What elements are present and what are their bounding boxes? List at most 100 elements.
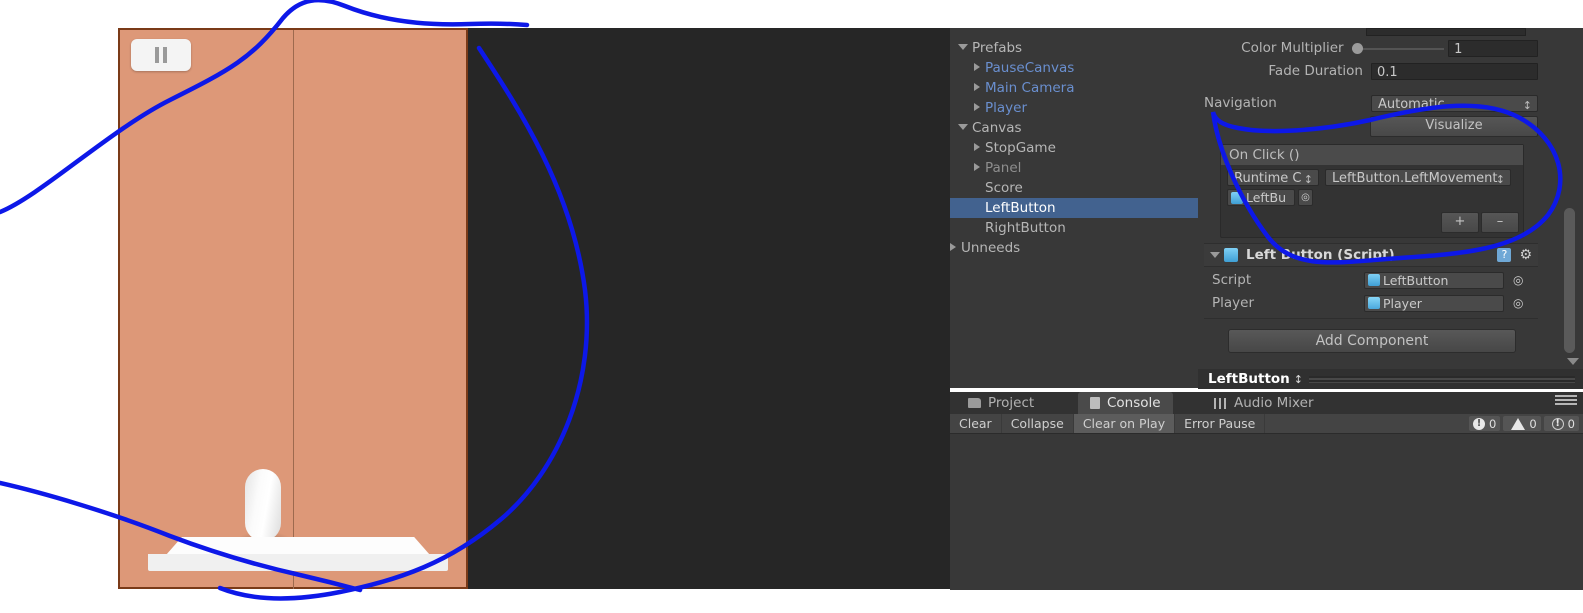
navigation-dropdown[interactable]: Automatic ↕: [1371, 94, 1538, 112]
visualize-button[interactable]: Visualize: [1370, 115, 1538, 137]
navigation-value: Automatic: [1378, 96, 1445, 112]
chevron-updown-icon: ↕: [1495, 173, 1505, 186]
tab-audio-mixer[interactable]: Audio Mixer: [1202, 392, 1326, 414]
on-click-object-field[interactable]: LeftBu: [1227, 189, 1295, 206]
chevron-down-icon[interactable]: [1210, 252, 1220, 258]
add-event-button[interactable]: +: [1441, 212, 1479, 233]
chevron-right-icon[interactable]: [974, 63, 980, 71]
collapse-button[interactable]: Collapse: [1002, 414, 1074, 433]
error-counter[interactable]: ! 0: [1543, 416, 1579, 431]
tab-console[interactable]: Console: [1078, 392, 1173, 414]
hierarchy-item-stopgame[interactable]: StopGame: [950, 138, 1198, 158]
gear-icon[interactable]: ⚙: [1519, 247, 1532, 263]
prefab-icon: [1368, 297, 1380, 309]
color-multiplier-slider[interactable]: [1351, 40, 1445, 57]
hierarchy-item-label: PauseCanvas: [985, 60, 1075, 76]
hierarchy-item-leftbutton[interactable]: LeftButton: [950, 198, 1198, 218]
left-button-script-header[interactable]: Left Button (Script) ? ⚙: [1204, 243, 1538, 267]
footer-asset-name: LeftButton: [1208, 371, 1290, 387]
clipped-field-above[interactable]: [1366, 28, 1526, 36]
hierarchy-item-label: Player: [985, 100, 1028, 116]
console-log-list[interactable]: [950, 433, 1583, 590]
panel-menu-icon[interactable]: [1555, 395, 1577, 409]
chevron-right-icon[interactable]: [974, 143, 980, 151]
player-field-value[interactable]: Player: [1364, 294, 1504, 312]
error-pause-button[interactable]: Error Pause: [1175, 414, 1266, 433]
console-counters: ! 0 0 ! 0: [1466, 414, 1579, 433]
footer-preview-stripes: [1309, 375, 1575, 383]
hierarchy-item-player[interactable]: Player: [950, 98, 1198, 118]
hierarchy-item-label: Score: [985, 180, 1023, 196]
error-count: 0: [1567, 416, 1575, 431]
script-field-row: Script LeftButton ◎: [1204, 269, 1538, 291]
platform-top: [166, 537, 430, 555]
on-click-event-box: On Click () Runtime C ↕ LeftButton.LeftM…: [1220, 144, 1524, 238]
script-icon: [1368, 274, 1380, 286]
hierarchy-item-label: StopGame: [985, 140, 1056, 156]
help-icon[interactable]: ?: [1497, 248, 1512, 262]
hierarchy-item-label: RightButton: [985, 220, 1066, 236]
component-title: Left Button (Script): [1246, 247, 1395, 263]
hierarchy-item-label: Panel: [985, 160, 1022, 176]
script-object-picker-icon[interactable]: ◎: [1513, 273, 1523, 287]
inspector-scrollbar[interactable]: [1564, 208, 1575, 353]
clear-button[interactable]: Clear: [950, 414, 1002, 433]
hierarchy-item-score[interactable]: Score: [950, 178, 1198, 198]
chevron-updown-icon: ↕: [1522, 98, 1532, 112]
add-component-button[interactable]: Add Component: [1228, 329, 1516, 353]
chevron-right-icon[interactable]: [950, 243, 956, 251]
chevron-down-icon[interactable]: [958, 124, 968, 130]
chevron-right-icon[interactable]: [974, 83, 980, 91]
hierarchy-item-panel[interactable]: Panel: [950, 158, 1198, 178]
hierarchy-item-canvas[interactable]: Canvas: [950, 118, 1198, 138]
remove-event-button[interactable]: –: [1481, 212, 1519, 233]
hierarchy-item-prefabs[interactable]: Prefabs: [950, 38, 1198, 58]
hierarchy-item-rightbutton[interactable]: RightButton: [950, 218, 1198, 238]
pause-icon-bar-left: [155, 47, 159, 63]
object-picker-icon[interactable]: ◎: [1298, 189, 1313, 206]
fade-duration-row: Fade Duration 0.1: [1204, 60, 1538, 82]
hierarchy-item-pausecanvas[interactable]: PauseCanvas: [950, 58, 1198, 78]
hierarchy-item-label: Unneeds: [961, 240, 1021, 256]
bottom-tab-strip: Project Console Audio Mixer: [950, 392, 1583, 414]
tab-label: Console: [1107, 395, 1161, 411]
console-toolbar: Clear Collapse Clear on Play Error Pause…: [950, 414, 1583, 433]
slider-knob[interactable]: [1351, 42, 1363, 54]
on-click-function-value: LeftButton.LeftMovement: [1332, 171, 1498, 186]
info-counter[interactable]: ! 0: [1469, 416, 1501, 431]
script-field-label: Script: [1212, 272, 1252, 288]
chevron-right-icon[interactable]: [974, 163, 980, 171]
hierarchy-item-label: LeftButton: [985, 200, 1056, 216]
hierarchy-item-label: Main Camera: [985, 80, 1075, 96]
tab-label: Project: [988, 395, 1035, 411]
script-icon: [1231, 191, 1243, 204]
hierarchy-panel[interactable]: Prefabs PauseCanvas Main Camera Player C…: [950, 28, 1198, 388]
platform: [148, 537, 448, 571]
player-object-picker-icon[interactable]: ◎: [1513, 296, 1523, 310]
hierarchy-item-unneeds[interactable]: Unneeds: [950, 238, 1198, 258]
color-multiplier-row: Color Multiplier 1: [1204, 37, 1538, 59]
hierarchy-item-label: Prefabs: [972, 40, 1023, 56]
fade-duration-value[interactable]: 0.1: [1371, 62, 1538, 80]
console-icon: [1090, 397, 1100, 409]
warning-counter[interactable]: 0: [1503, 416, 1541, 431]
mixer-icon: [1214, 397, 1227, 409]
fade-duration-label: Fade Duration: [1268, 63, 1363, 79]
pause-button[interactable]: [131, 39, 191, 71]
hierarchy-item-main-camera[interactable]: Main Camera: [950, 78, 1198, 98]
color-multiplier-value[interactable]: 1: [1448, 39, 1538, 57]
chevron-down-icon[interactable]: [958, 44, 968, 50]
info-count: 0: [1489, 416, 1497, 431]
script-field-value[interactable]: LeftButton: [1364, 271, 1504, 289]
tab-project[interactable]: Project: [956, 392, 1046, 414]
clear-on-play-button[interactable]: Clear on Play: [1073, 414, 1176, 433]
chevron-right-icon[interactable]: [974, 103, 980, 111]
on-click-object-value: LeftBu: [1246, 190, 1287, 205]
hierarchy-item-label: Canvas: [972, 120, 1022, 136]
chevron-updown-icon[interactable]: ↕: [1294, 373, 1303, 386]
game-view: [118, 28, 950, 589]
chevron-updown-icon: ↕: [1303, 173, 1313, 186]
on-click-function-dropdown[interactable]: LeftButton.LeftMovement ↕: [1325, 169, 1511, 186]
runtime-mode-dropdown[interactable]: Runtime C ↕: [1227, 169, 1319, 186]
scroll-down-arrow-icon[interactable]: [1567, 358, 1579, 365]
